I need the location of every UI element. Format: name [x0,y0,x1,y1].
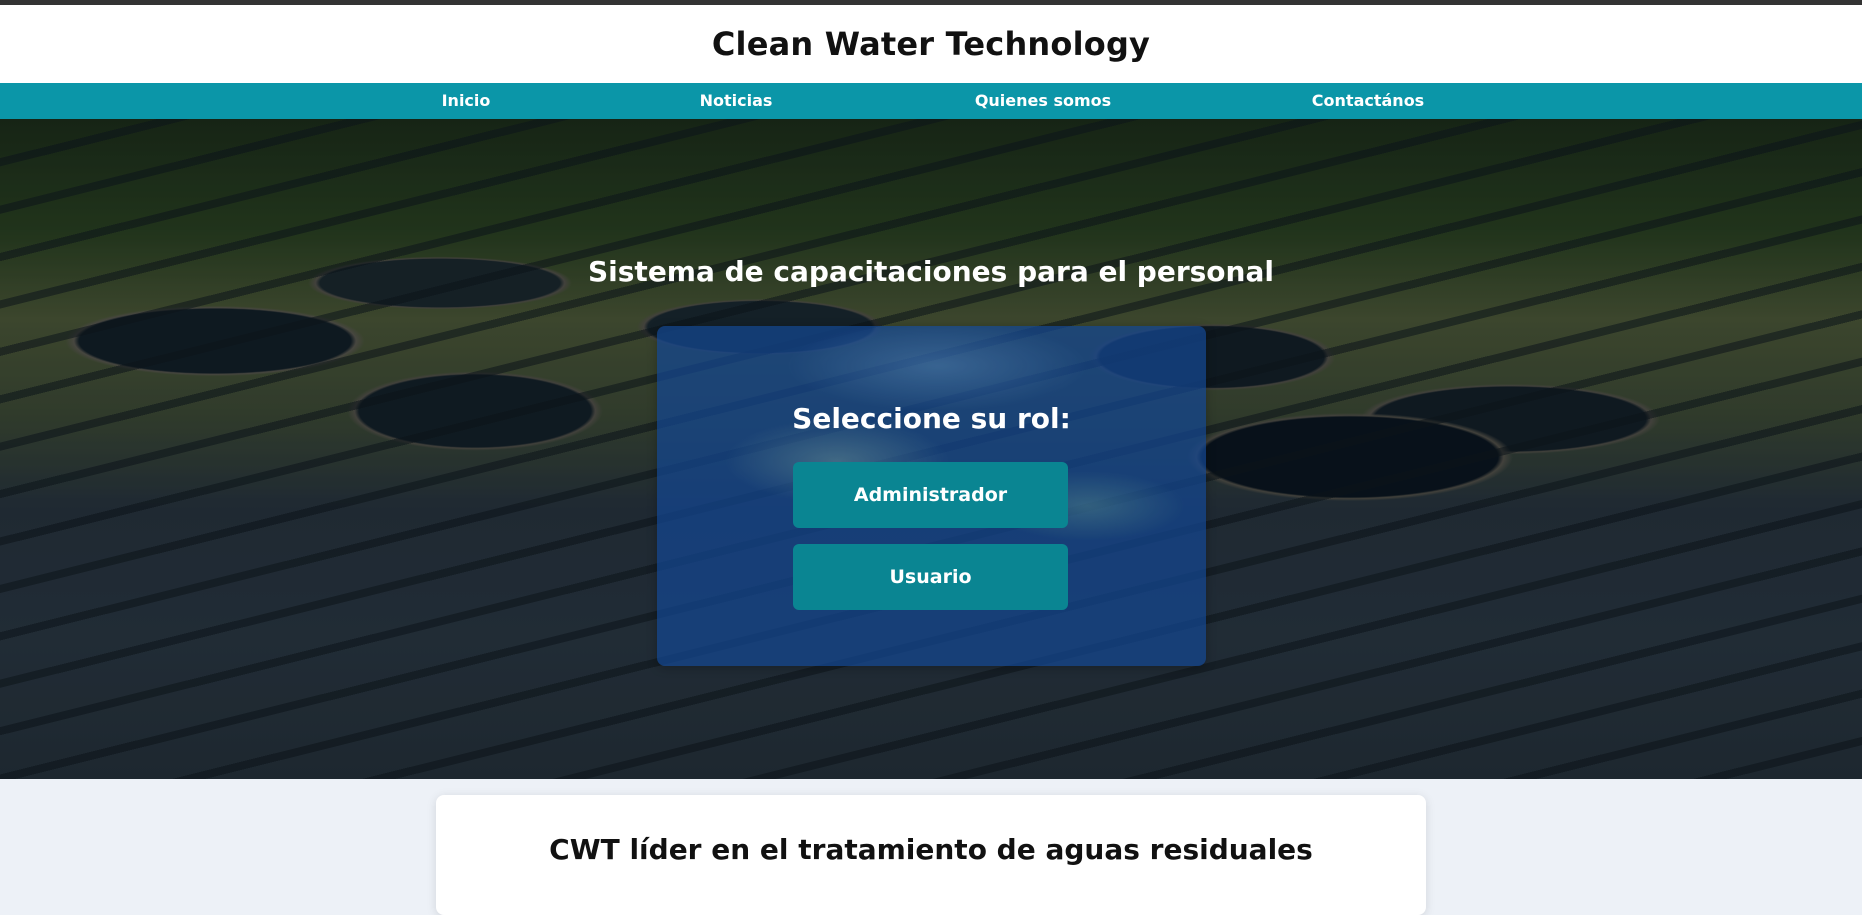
content-card: CWT líder en el tratamiento de aguas res… [436,795,1426,915]
nav-item-quienes-somos[interactable]: Quienes somos [975,83,1111,119]
nav-item-contactanos[interactable]: Contactános [1312,83,1424,119]
administrator-button[interactable]: Administrador [793,462,1068,528]
hero-section: Sistema de capacitaciones para el person… [0,119,1862,779]
content-card-title: CWT líder en el tratamiento de aguas res… [549,833,1313,866]
role-selection-panel: Seleccione su rol: Administrador Usuario [657,326,1206,666]
user-button[interactable]: Usuario [793,544,1068,610]
role-heading: Seleccione su rol: [792,402,1071,435]
hero-title: Sistema de capacitaciones para el person… [588,255,1274,288]
main-nav: Inicio Noticias Quienes somos Contactáno… [0,83,1862,119]
site-header: Clean Water Technology [0,5,1862,83]
site-title: Clean Water Technology [711,25,1151,63]
nav-item-noticias[interactable]: Noticias [700,83,773,119]
nav-item-inicio[interactable]: Inicio [442,83,491,119]
